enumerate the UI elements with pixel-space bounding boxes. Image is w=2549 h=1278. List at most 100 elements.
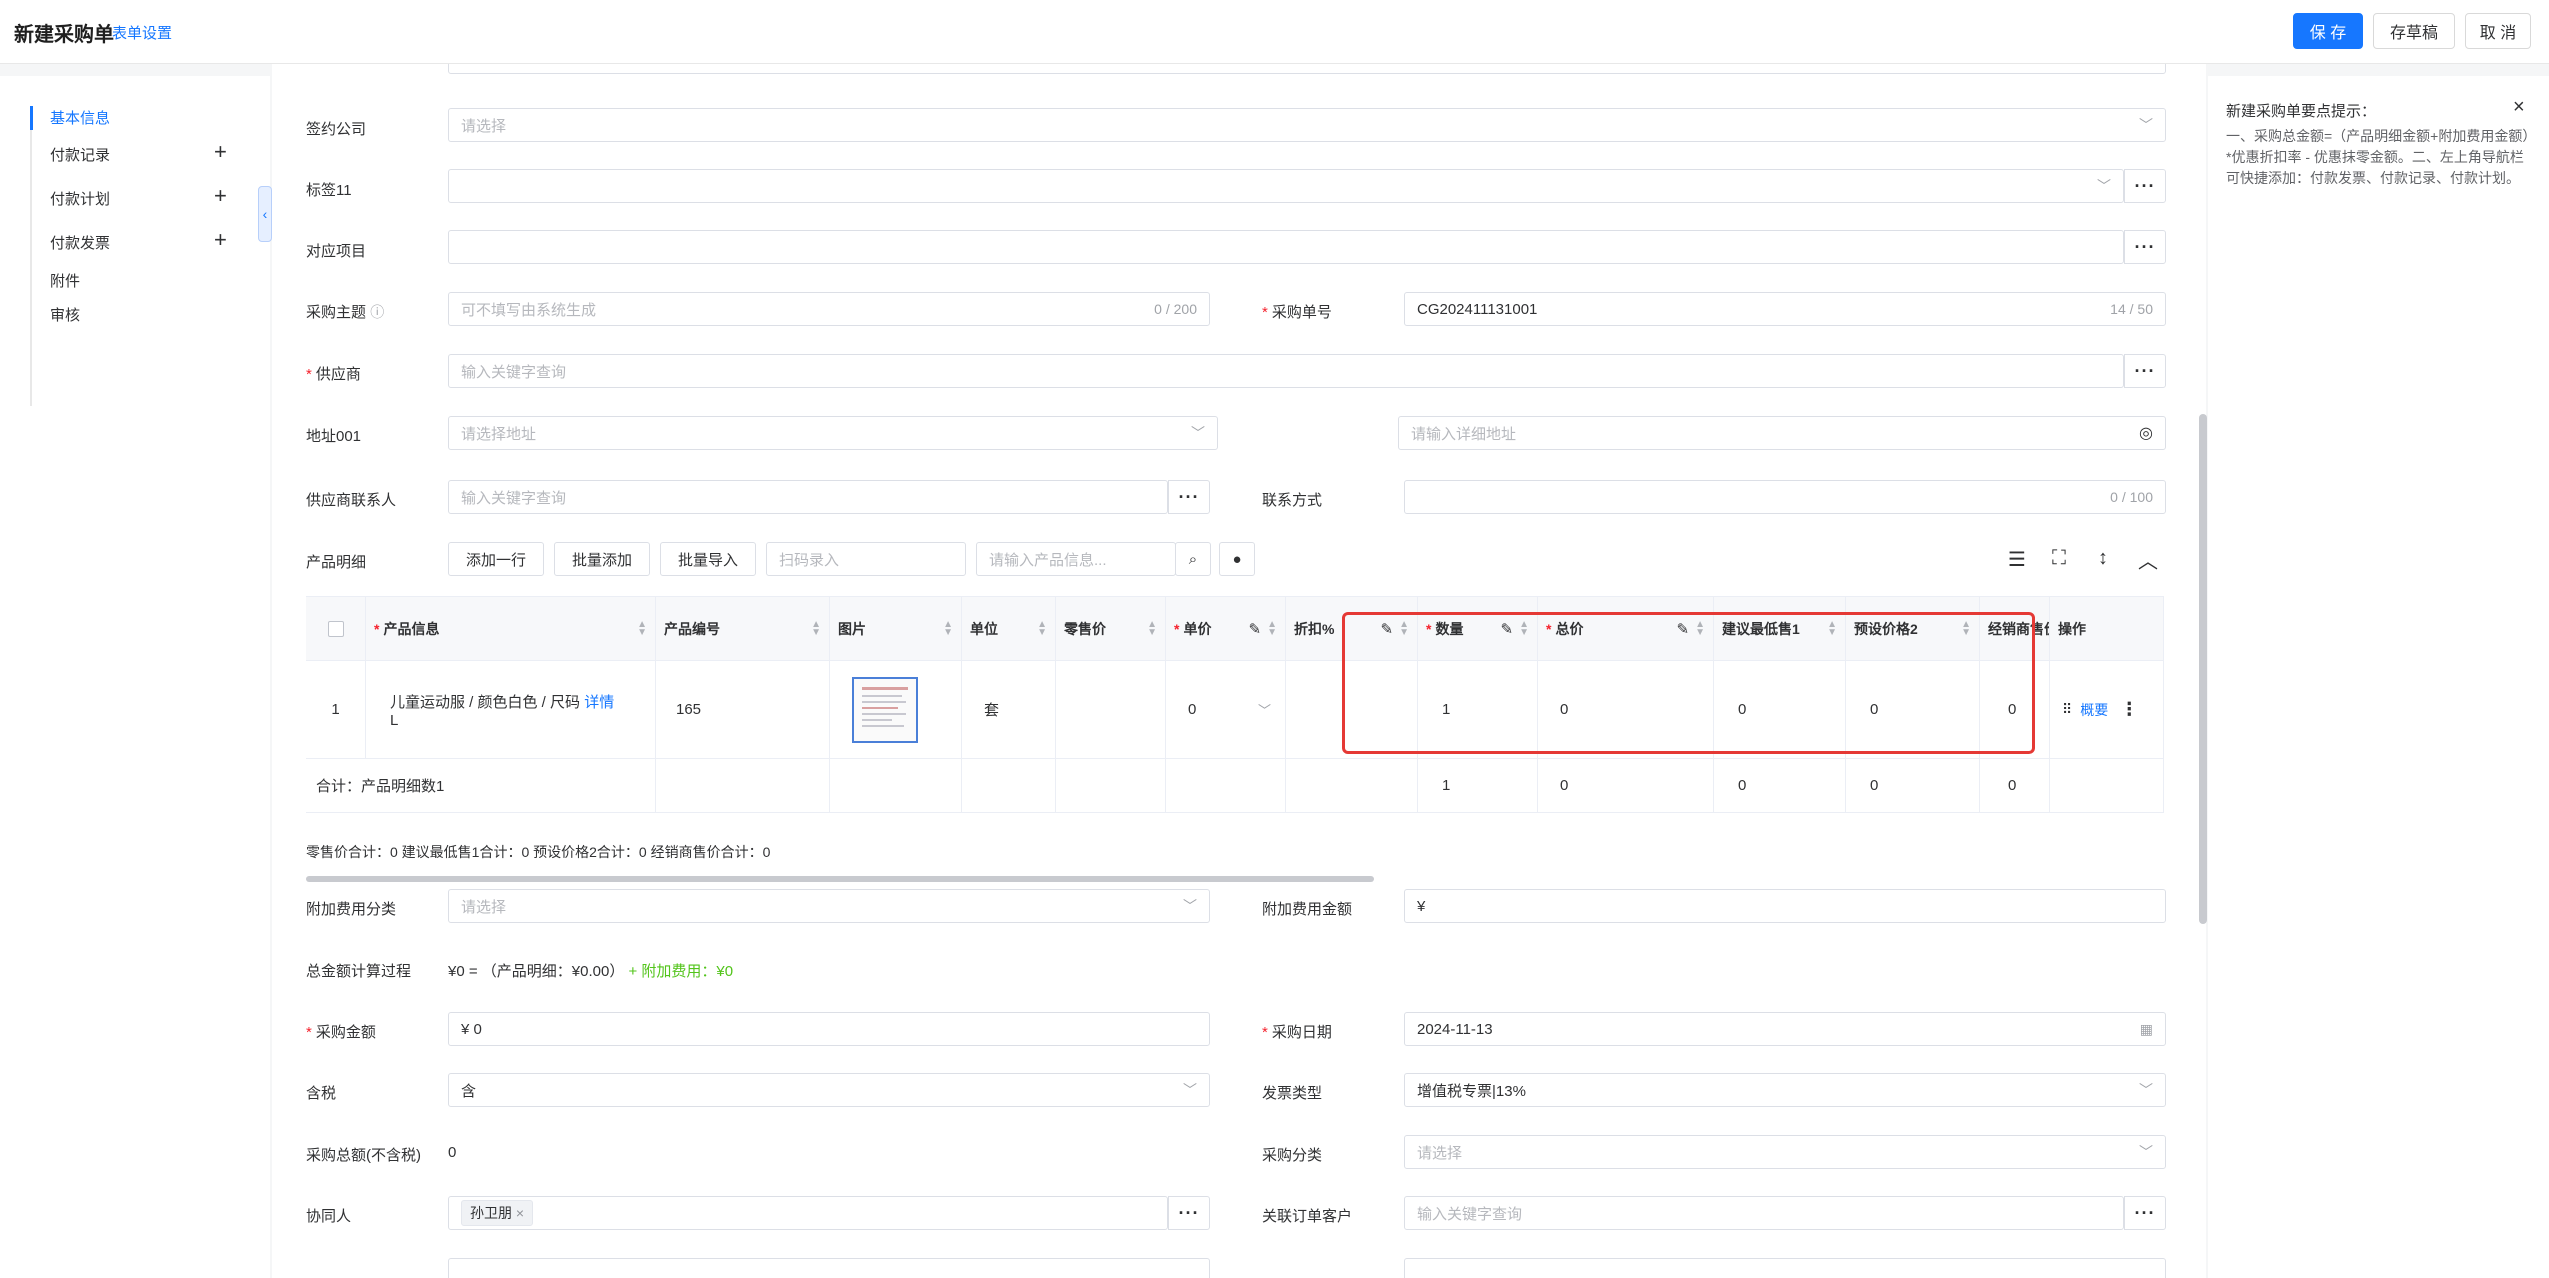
- col-product-info[interactable]: * 产品信息 ▲ ▼: [366, 597, 656, 661]
- cancel-button[interactable]: 取 消: [2465, 13, 2531, 49]
- col-dealer-price[interactable]: 经销商售价: [1980, 597, 2050, 661]
- supplier-input[interactable]: 输入关键字查询: [448, 354, 2124, 388]
- supplier-more-button[interactable]: ···: [2124, 354, 2166, 388]
- calendar-icon[interactable]: ▦: [2140, 1021, 2153, 1038]
- batch-import-button[interactable]: 批量导入: [660, 542, 756, 576]
- sort-icon[interactable]: ▲ ▼: [1519, 619, 1529, 637]
- tag11-select[interactable]: ﹀: [448, 169, 2124, 203]
- project-input[interactable]: [448, 230, 2124, 264]
- product-search-input[interactable]: 请输入产品信息...: [976, 542, 1176, 576]
- partial-field-left[interactable]: [448, 1258, 1210, 1278]
- sort-icon[interactable]: ▲ ▼: [1399, 619, 1409, 637]
- category-select[interactable]: 请选择 ﹀: [1404, 1135, 2166, 1169]
- sort-icon[interactable]: ▲ ▼: [943, 619, 953, 637]
- order-no-input[interactable]: CG202411131001 14 / 50: [1404, 292, 2166, 326]
- related-customer-input[interactable]: 输入关键字查询: [1404, 1196, 2124, 1230]
- contact-method-label: 联系方式: [1262, 492, 1323, 509]
- top-partial-field[interactable]: [448, 64, 2166, 74]
- purchase-date-input[interactable]: 2024-11-13 ▦: [1404, 1012, 2166, 1046]
- more-vertical-icon[interactable]: ⋮: [2120, 699, 2138, 720]
- col-min-price1[interactable]: 建议最低售1 ▲ ▼: [1714, 597, 1846, 661]
- supplier-contact-input[interactable]: 输入关键字查询: [448, 480, 1168, 514]
- fullscreen-icon[interactable]: ⛶: [2052, 547, 2066, 570]
- tax-select[interactable]: 含 ﹀: [448, 1073, 1210, 1107]
- row-discount[interactable]: [1286, 661, 1418, 759]
- sort-icon[interactable]: ▲ ▼: [811, 619, 821, 637]
- row-retail-price: [1056, 661, 1166, 759]
- nav-item-payment-invoice[interactable]: 付款发票: [50, 232, 110, 253]
- col-total-price[interactable]: * 总价 ✎ ▲ ▼: [1538, 597, 1714, 661]
- nav-item-review[interactable]: 审核: [50, 304, 80, 325]
- purchase-amount-input[interactable]: ¥ 0: [448, 1012, 1210, 1046]
- fee-amount-input[interactable]: ¥: [1404, 889, 2166, 923]
- nav-item-payment-record[interactable]: 付款记录: [50, 144, 110, 165]
- edit-pen-icon[interactable]: ✎: [1501, 620, 1514, 638]
- col-unit[interactable]: 单位 ▲ ▼: [962, 597, 1056, 661]
- product-thumbnail-image[interactable]: [852, 676, 918, 743]
- product-detail-link[interactable]: 详情: [584, 694, 614, 711]
- row-height-icon[interactable]: ☰: [2008, 547, 2026, 572]
- sort-icon[interactable]: ▲ ▼: [1695, 619, 1705, 637]
- nav-item-attachment[interactable]: 附件: [50, 270, 80, 291]
- sort-icon[interactable]: ▲ ▼: [1147, 619, 1157, 637]
- sort-icon[interactable]: ▲ ▼: [1267, 619, 1277, 637]
- footer-empty-retail: [1056, 759, 1166, 813]
- page-scrollbar[interactable]: [2199, 414, 2207, 924]
- add-payment-invoice-icon[interactable]: +: [214, 229, 227, 251]
- sign-company-select[interactable]: 请选择 ﹀: [448, 108, 2166, 142]
- table-horizontal-scrollbar[interactable]: [306, 876, 1374, 882]
- location-marker-icon[interactable]: ●: [1219, 542, 1255, 576]
- project-more-button[interactable]: ···: [2124, 230, 2166, 264]
- sort-icon[interactable]: ▲ ▼: [1037, 619, 1047, 637]
- scan-input[interactable]: 扫码录入: [766, 542, 966, 576]
- col-quantity[interactable]: * 数量 ✎ ▲ ▼: [1418, 597, 1538, 661]
- nav-item-payment-plan[interactable]: 付款计划: [50, 188, 110, 209]
- row-unit-price-cell[interactable]: 0 ﹀: [1166, 661, 1286, 759]
- sort-icon[interactable]: ▲ ▼: [637, 619, 647, 637]
- col-discount[interactable]: 折扣% ✎ ▲ ▼: [1286, 597, 1418, 661]
- edit-pen-icon[interactable]: ✎: [1677, 620, 1690, 638]
- subject-input[interactable]: 可不填写由系统生成 0 / 200: [448, 292, 1210, 326]
- search-icon[interactable]: ⌕: [1175, 542, 1211, 576]
- tag11-more-button[interactable]: ···: [2124, 169, 2166, 203]
- edit-pen-icon[interactable]: ✎: [1249, 620, 1262, 638]
- collaborator-more-button[interactable]: ···: [1168, 1196, 1210, 1230]
- help-circle-icon[interactable]: ⓘ: [370, 304, 384, 320]
- batch-add-button[interactable]: 批量添加: [554, 542, 650, 576]
- add-payment-record-icon[interactable]: +: [214, 141, 227, 163]
- nav-item-basic-info[interactable]: 基本信息: [50, 107, 110, 128]
- col-unit-price[interactable]: * 单价 ✎ ▲ ▼: [1166, 597, 1286, 661]
- address-select[interactable]: 请选择地址 ﹀: [448, 416, 1218, 450]
- select-all-checkbox[interactable]: [327, 620, 344, 637]
- address-detail-input[interactable]: 请输入详细地址 ◎: [1398, 416, 2166, 450]
- add-payment-plan-icon[interactable]: +: [214, 185, 227, 207]
- drag-handle-icon[interactable]: ⠿: [2062, 701, 2072, 718]
- save-draft-button[interactable]: 存草稿: [2373, 13, 2455, 49]
- invoice-type-select[interactable]: 增值税专票|13% ﹀: [1404, 1073, 2166, 1107]
- chevron-up-icon[interactable]: ︿: [2138, 545, 2158, 574]
- save-button[interactable]: 保 存: [2293, 13, 2363, 49]
- col-product-code[interactable]: 产品编号 ▲ ▼: [656, 597, 830, 661]
- related-customer-more-button[interactable]: ···: [2124, 1196, 2166, 1230]
- expand-vertical-icon[interactable]: ↕: [2098, 547, 2108, 570]
- edit-pen-icon[interactable]: ✎: [1381, 620, 1394, 638]
- sort-icon[interactable]: ▲ ▼: [1827, 619, 1837, 637]
- partial-field-right[interactable]: [1404, 1258, 2166, 1278]
- col-image[interactable]: 图片 ▲ ▼: [830, 597, 962, 661]
- close-icon[interactable]: ×: [2513, 96, 2525, 119]
- fee-category-select[interactable]: 请选择 ﹀: [448, 889, 1210, 923]
- col-retail-price[interactable]: 零售价 ▲ ▼: [1056, 597, 1166, 661]
- sort-icon[interactable]: ▲ ▼: [1961, 619, 1971, 637]
- contact-method-input[interactable]: 0 / 100: [1404, 480, 2166, 514]
- close-icon[interactable]: ×: [516, 1205, 524, 1221]
- collapse-nav-icon[interactable]: ‹: [258, 186, 272, 242]
- row-quantity[interactable]: 1: [1418, 661, 1538, 759]
- col-preset-price2[interactable]: 预设价格2 ▲ ▼: [1846, 597, 1980, 661]
- collaborator-input[interactable]: 孙卫朋 ×: [448, 1196, 1168, 1230]
- supplier-contact-more-button[interactable]: ···: [1168, 480, 1210, 514]
- row-total-price[interactable]: 0: [1538, 661, 1714, 759]
- summary-link[interactable]: 概要: [2080, 700, 2108, 720]
- add-row-button[interactable]: 添加一行: [448, 542, 544, 576]
- form-settings-link[interactable]: 表单设置: [112, 22, 172, 43]
- location-pin-icon[interactable]: ◎: [2139, 423, 2153, 443]
